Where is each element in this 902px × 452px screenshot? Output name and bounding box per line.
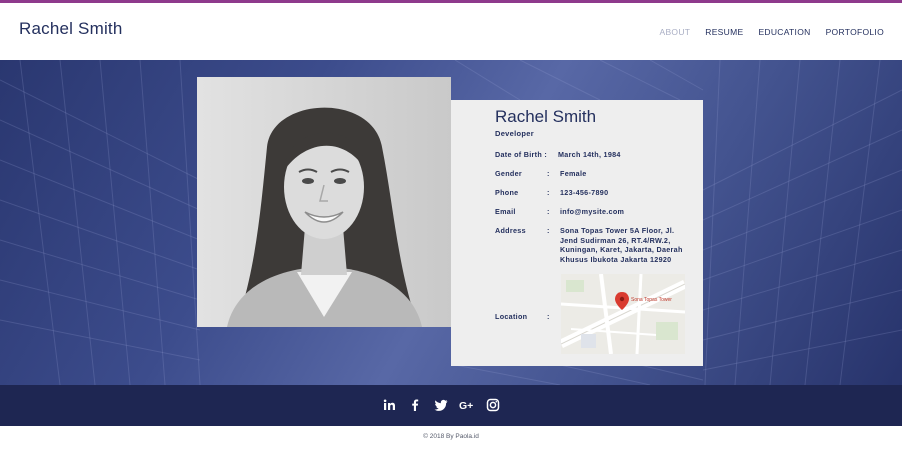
profile-card: Rachel Smith Developer Date of Birth : M… bbox=[451, 100, 703, 366]
svg-text:G+: G+ bbox=[459, 400, 473, 412]
field-separator: : bbox=[547, 169, 550, 178]
facebook-icon[interactable] bbox=[407, 397, 423, 413]
field-value: Female bbox=[560, 169, 587, 178]
main-nav: ABOUT RESUME EDUCATION PORTOFOLIO bbox=[659, 27, 884, 37]
svg-text:Sona Topas Tower: Sona Topas Tower bbox=[631, 297, 672, 303]
nav-about[interactable]: ABOUT bbox=[659, 27, 690, 37]
field-separator: : bbox=[547, 207, 550, 216]
twitter-icon[interactable] bbox=[433, 397, 449, 413]
field-label: Date of Birth : bbox=[495, 150, 548, 159]
field-value[interactable]: 123-456-7890 bbox=[560, 188, 692, 198]
nav-resume[interactable]: RESUME bbox=[705, 27, 743, 37]
site-footer: G+ bbox=[0, 385, 902, 426]
google-plus-icon[interactable]: G+ bbox=[459, 397, 475, 413]
about-section: Rachel Smith Developer Date of Birth : M… bbox=[0, 60, 902, 385]
field-value: March 14th, 1984 bbox=[558, 150, 621, 159]
site-title[interactable]: Rachel Smith bbox=[19, 19, 123, 39]
social-links: G+ bbox=[381, 397, 501, 413]
field-separator: : bbox=[547, 226, 550, 235]
nav-portofolio[interactable]: PORTOFOLIO bbox=[826, 27, 884, 37]
linkedin-icon[interactable] bbox=[381, 397, 397, 413]
field-value[interactable]: info@mysite.com bbox=[560, 207, 692, 217]
profile-photo bbox=[197, 77, 451, 327]
location-map[interactable]: Sona Topas Tower bbox=[561, 274, 685, 354]
field-label: Location bbox=[495, 312, 528, 321]
field-separator: : bbox=[547, 312, 550, 321]
field-label: Email bbox=[495, 207, 516, 216]
nav-education[interactable]: EDUCATION bbox=[758, 27, 810, 37]
field-separator: : bbox=[547, 188, 550, 197]
field-label: Gender bbox=[495, 169, 522, 178]
field-value: Sona Topas Tower 5A Floor, Jl. Jend Sudi… bbox=[560, 226, 683, 264]
profile-role: Developer bbox=[495, 129, 534, 138]
field-label: Address bbox=[495, 226, 526, 235]
site-header: Rachel Smith ABOUT RESUME EDUCATION PORT… bbox=[0, 3, 902, 60]
instagram-icon[interactable] bbox=[485, 397, 501, 413]
profile-name: Rachel Smith bbox=[495, 107, 597, 126]
field-label: Phone bbox=[495, 188, 519, 197]
copyright-text: © 2018 By Paola.id bbox=[423, 433, 479, 440]
